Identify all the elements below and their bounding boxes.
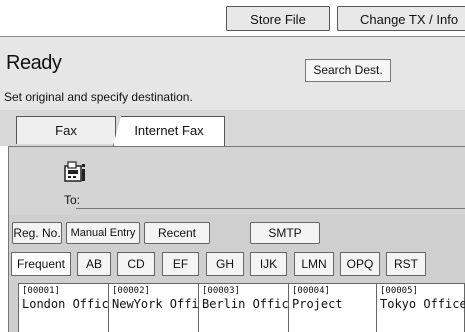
- instruction-text: Set original and specify destination.: [4, 90, 193, 104]
- index-tab-lmn[interactable]: LMN: [294, 252, 334, 276]
- tab-fax[interactable]: Fax: [16, 116, 116, 144]
- index-tab-cd[interactable]: CD: [117, 252, 155, 276]
- internet-fax-icon: [64, 161, 85, 182]
- manual-entry-button[interactable]: Manual Entry: [66, 222, 140, 244]
- search-dest-button[interactable]: Search Dest.: [305, 59, 391, 82]
- destination-code: [00001]: [22, 286, 60, 296]
- destination-line[interactable]: [76, 208, 465, 209]
- destination-key[interactable]: [00005] Tokyo Office: [376, 283, 465, 332]
- destination-code: [00004]: [292, 286, 330, 296]
- index-tab-frequent[interactable]: Frequent: [11, 252, 71, 276]
- destination-code: [00003]: [202, 286, 240, 296]
- index-tab-gh[interactable]: GH: [206, 252, 244, 276]
- destination-code: [00005]: [380, 286, 418, 296]
- index-tab-ijk[interactable]: IJK: [250, 252, 287, 276]
- to-label: To:: [64, 193, 81, 207]
- index-tab-ef[interactable]: EF: [162, 252, 199, 276]
- index-tab-opq[interactable]: OPQ: [340, 252, 380, 276]
- tab-internet-fax[interactable]: Internet Fax: [113, 116, 225, 146]
- destination-code: [00002]: [112, 286, 150, 296]
- reg-no-button[interactable]: Reg. No.: [12, 222, 62, 244]
- top-toolbar: Store File Change TX / Info: [0, 0, 465, 36]
- index-tab-rst[interactable]: RST: [386, 252, 426, 276]
- status-title: Ready: [6, 52, 62, 74]
- change-tx-info-button[interactable]: Change TX / Info: [337, 6, 465, 31]
- smtp-button[interactable]: SMTP: [250, 222, 320, 244]
- recent-button[interactable]: Recent: [144, 222, 210, 244]
- store-file-button[interactable]: Store File: [226, 6, 330, 31]
- destination-name: Tokyo Office: [380, 297, 465, 311]
- index-tab-ab[interactable]: AB: [77, 252, 111, 276]
